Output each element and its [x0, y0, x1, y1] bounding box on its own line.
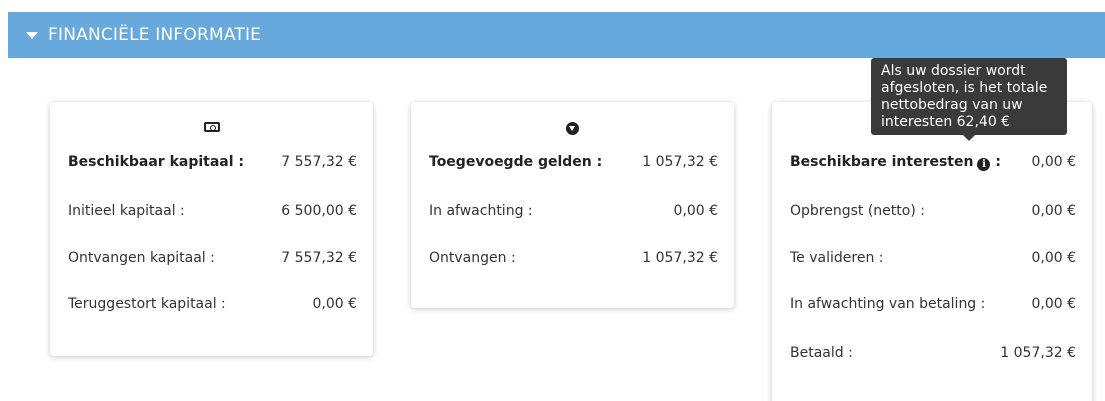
paid-value: 1 057,32 €: [1000, 345, 1076, 361]
refunded-capital-value: 0,00 €: [312, 296, 357, 312]
available-interest-colon: :: [995, 153, 1001, 170]
pending-funds-value: 0,00 €: [673, 203, 718, 219]
received-capital-label: Ontvangen kapitaal :: [68, 250, 215, 266]
arrow-circle-down-icon: [566, 122, 579, 135]
added-funds-value: 1 057,32 €: [642, 154, 718, 170]
to-validate-label: Te valideren :: [790, 250, 884, 266]
money-bill-icon: [203, 122, 220, 132]
added-funds-row: Toegevoegde gelden : 1 057,32 €: [429, 152, 718, 172]
funds-card: Toegevoegde gelden : 1 057,32 € In afwac…: [411, 102, 734, 308]
added-funds-label: Toegevoegde gelden :: [429, 154, 603, 170]
caret-down-icon: [26, 31, 38, 39]
refunded-capital-row: Teruggestort kapitaal : 0,00 €: [68, 294, 357, 314]
initial-capital-label: Initieel kapitaal :: [68, 203, 185, 219]
available-interest-label-group: Beschikbare interesten i :: [790, 154, 1001, 171]
refunded-capital-label: Teruggestort kapitaal :: [68, 296, 226, 312]
available-capital-label: Beschikbaar kapitaal :: [68, 154, 245, 170]
section-header-financial-info[interactable]: FINANCIËLE INFORMATIE: [8, 12, 1105, 58]
info-circle-icon[interactable]: i: [977, 157, 991, 171]
available-capital-row: Beschikbaar kapitaal : 7 557,32 €: [68, 152, 357, 172]
pending-funds-label: In afwachting :: [429, 203, 533, 219]
net-yield-row: Opbrengst (netto) : 0,00 €: [790, 201, 1076, 221]
to-validate-row: Te valideren : 0,00 €: [790, 248, 1076, 268]
interest-card: Beschikbare interesten i : 0,00 € Opbreng…: [772, 102, 1092, 401]
paid-row: Betaald : 1 057,32 €: [790, 343, 1076, 363]
available-interest-label: Beschikbare interesten: [790, 153, 974, 170]
section-title: FINANCIËLE INFORMATIE: [48, 25, 262, 45]
pending-funds-row: In afwachting : 0,00 €: [429, 201, 718, 221]
initial-capital-row: Initieel kapitaal : 6 500,00 €: [68, 201, 357, 221]
net-yield-value: 0,00 €: [1031, 203, 1076, 219]
received-funds-label: Ontvangen :: [429, 250, 516, 266]
paid-label: Betaald :: [790, 345, 853, 361]
received-funds-value: 1 057,32 €: [642, 250, 718, 266]
financial-info-page: FINANCIËLE INFORMATIE Beschikbaar kapita…: [0, 0, 1105, 401]
net-yield-label: Opbrengst (netto) :: [790, 203, 925, 219]
to-validate-value: 0,00 €: [1031, 250, 1076, 266]
interest-tooltip-text: Als uw dossier wordt afgesloten, is het …: [881, 63, 1048, 130]
available-interest-row: Beschikbare interesten i : 0,00 €: [790, 152, 1076, 172]
received-funds-row: Ontvangen : 1 057,32 €: [429, 248, 718, 268]
interest-tooltip: Als uw dossier wordt afgesloten, is het …: [871, 58, 1067, 141]
available-interest-value: 0,00 €: [1031, 154, 1076, 170]
capital-card: Beschikbaar kapitaal : 7 557,32 € Initie…: [50, 102, 373, 356]
available-capital-value: 7 557,32 €: [281, 154, 357, 170]
awaiting-payment-row: In afwachting van betaling : 0,00 €: [790, 294, 1076, 314]
awaiting-payment-value: 0,00 €: [1031, 296, 1076, 312]
awaiting-payment-label: In afwachting van betaling :: [790, 296, 986, 312]
initial-capital-value: 6 500,00 €: [281, 203, 357, 219]
received-capital-value: 7 557,32 €: [281, 250, 357, 266]
received-capital-row: Ontvangen kapitaal : 7 557,32 €: [68, 248, 357, 268]
